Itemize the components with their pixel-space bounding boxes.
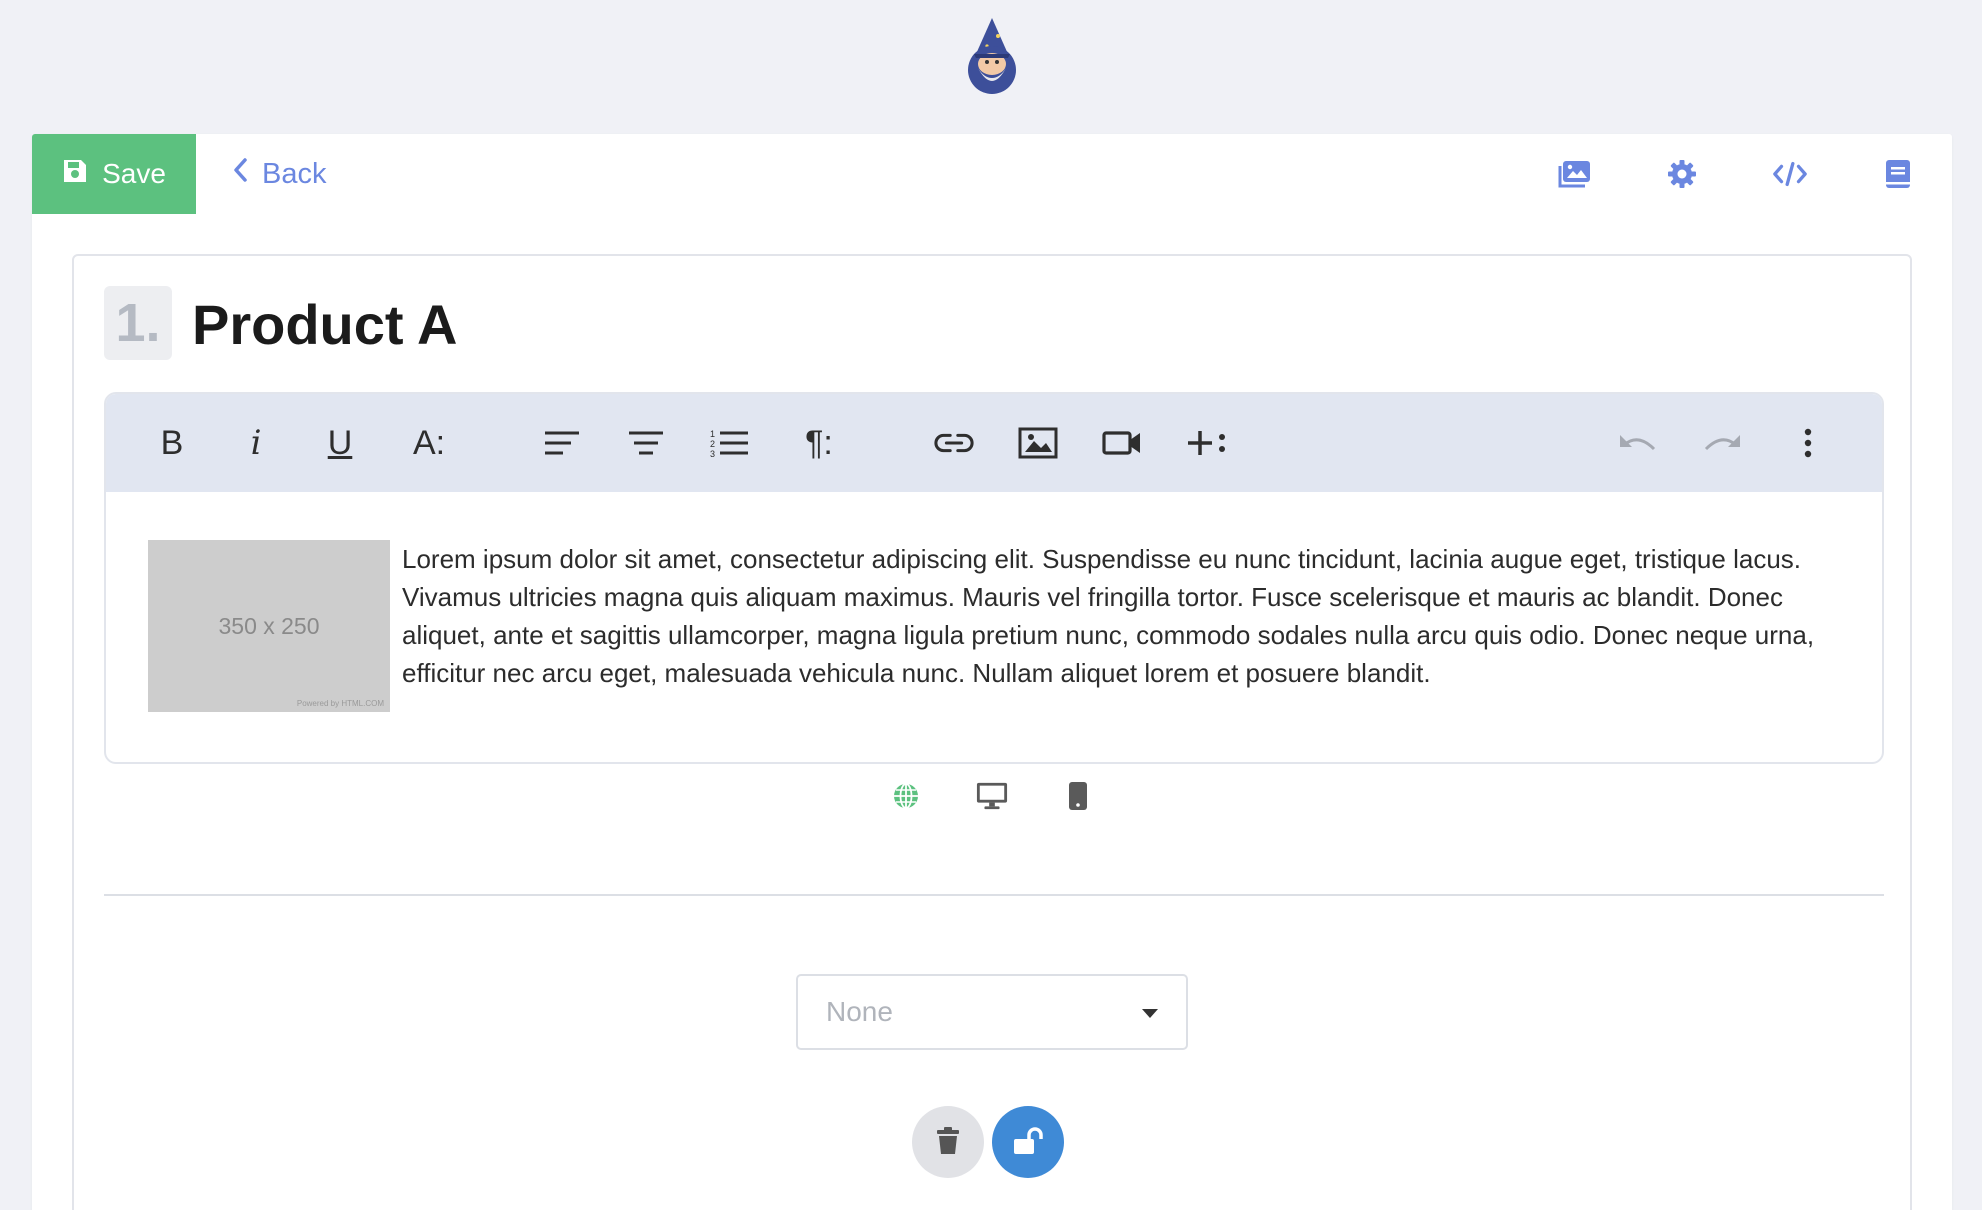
unlock-button[interactable] — [992, 1106, 1064, 1178]
visibility-toggles — [74, 780, 1910, 812]
trash-icon — [936, 1126, 960, 1158]
font-size-button[interactable]: A: — [404, 423, 454, 463]
editor-content[interactable]: 350 x 250 Powered by HTML.COM Lorem ipsu… — [148, 540, 1868, 712]
underline-label: U — [327, 423, 353, 462]
paragraph-button[interactable]: ¶: — [794, 423, 844, 463]
code-icon[interactable] — [1772, 156, 1808, 192]
body-text: Lorem ipsum dolor sit amet, consectetur … — [402, 544, 1815, 688]
divider — [104, 894, 1884, 896]
block-title[interactable]: Product A — [192, 288, 457, 362]
svg-text:2: 2 — [710, 439, 715, 449]
back-link[interactable]: Back — [232, 134, 326, 214]
bold-label: B — [160, 423, 184, 462]
placeholder-size-label: 350 x 250 — [218, 612, 320, 639]
undo-icon[interactable] — [1618, 423, 1658, 463]
more-vertical-icon[interactable] — [1788, 423, 1828, 463]
save-button[interactable]: Save — [32, 134, 196, 214]
placeholder-credit: Powered by HTML.COM — [296, 699, 384, 708]
top-bar: Save Back — [32, 134, 1952, 214]
editor-toolbar: B i U A: 1 2 3 ¶: — [106, 394, 1882, 492]
block-number: 1. — [104, 286, 172, 360]
align-left-icon[interactable] — [542, 423, 582, 463]
editor-card: Save Back 1. Product A B i U A: 1 2 3 ¶:… — [32, 134, 1952, 1210]
mobile-icon[interactable] — [1062, 780, 1094, 812]
svg-text:3: 3 — [710, 449, 715, 458]
chevron-left-icon — [232, 157, 248, 191]
rich-text-editor: B i U A: 1 2 3 ¶: 350 x 250 Powered by H… — [104, 392, 1884, 764]
video-icon[interactable] — [1102, 423, 1142, 463]
italic-button[interactable]: i — [236, 423, 276, 463]
image-icon[interactable] — [1018, 423, 1058, 463]
placeholder-image[interactable]: 350 x 250 Powered by HTML.COM — [148, 540, 390, 712]
select-value: None — [826, 996, 893, 1027]
paragraph-label: ¶: — [805, 423, 833, 462]
desktop-icon[interactable] — [976, 780, 1008, 812]
bold-button[interactable]: B — [152, 423, 192, 463]
redo-icon[interactable] — [1702, 423, 1742, 463]
globe-icon[interactable] — [890, 780, 922, 812]
font-size-label: A: — [412, 423, 446, 462]
underline-button[interactable]: U — [320, 423, 360, 463]
gear-icon[interactable] — [1664, 156, 1700, 192]
italic-label: i — [250, 423, 262, 463]
back-label: Back — [262, 157, 327, 190]
save-label: Save — [102, 158, 166, 189]
gallery-icon[interactable] — [1556, 156, 1592, 192]
ordered-list-icon[interactable]: 1 2 3 — [710, 423, 750, 463]
wizard-logo — [962, 14, 1022, 94]
link-icon[interactable] — [934, 423, 974, 463]
unlock-icon — [1013, 1126, 1043, 1158]
layout-select[interactable]: None — [796, 974, 1188, 1050]
book-icon[interactable] — [1880, 156, 1916, 192]
delete-button[interactable] — [912, 1106, 984, 1178]
floppy-disk-icon — [62, 158, 88, 191]
top-icon-group — [1556, 134, 1916, 214]
content-block: 1. Product A B i U A: 1 2 3 ¶: 350 x 250… — [72, 254, 1912, 1210]
caret-down-icon — [1142, 1009, 1158, 1018]
insert-more-icon[interactable] — [1186, 423, 1230, 463]
align-center-icon[interactable] — [626, 423, 666, 463]
svg-text:1: 1 — [710, 429, 715, 439]
